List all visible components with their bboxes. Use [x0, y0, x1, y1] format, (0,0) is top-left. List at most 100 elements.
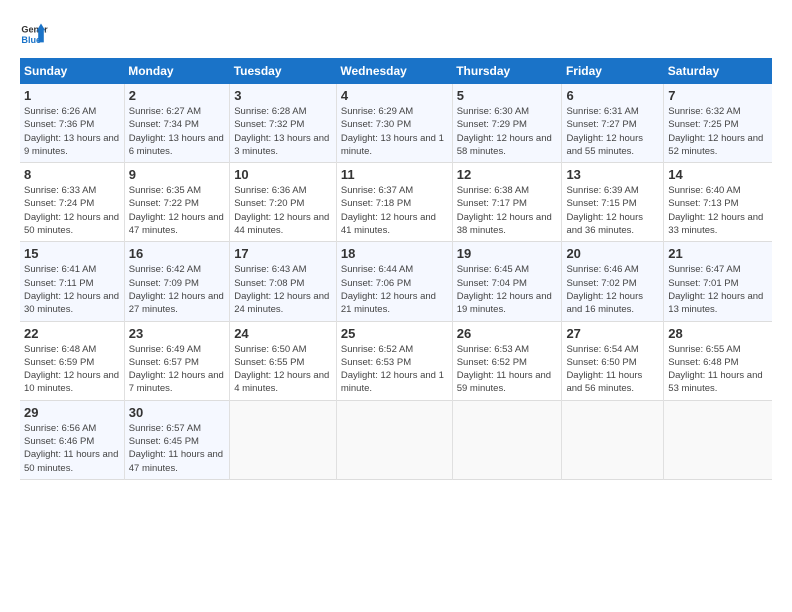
day-info: Sunrise: 6:41 AM Sunset: 7:11 PM Dayligh… [24, 264, 119, 315]
day-info: Sunrise: 6:29 AM Sunset: 7:30 PM Dayligh… [341, 106, 444, 157]
day-info: Sunrise: 6:56 AM Sunset: 6:46 PM Dayligh… [24, 423, 118, 474]
day-info: Sunrise: 6:48 AM Sunset: 6:59 PM Dayligh… [24, 344, 119, 395]
day-number: 6 [566, 88, 659, 103]
calendar-cell [664, 400, 772, 479]
calendar-cell: 11 Sunrise: 6:37 AM Sunset: 7:18 PM Dayl… [336, 163, 452, 242]
day-header-wednesday: Wednesday [336, 58, 452, 84]
day-info: Sunrise: 6:27 AM Sunset: 7:34 PM Dayligh… [129, 106, 224, 157]
day-number: 16 [129, 246, 225, 261]
day-info: Sunrise: 6:50 AM Sunset: 6:55 PM Dayligh… [234, 344, 329, 395]
day-info: Sunrise: 6:31 AM Sunset: 7:27 PM Dayligh… [566, 106, 643, 157]
calendar-cell: 30 Sunrise: 6:57 AM Sunset: 6:45 PM Dayl… [124, 400, 229, 479]
calendar-week-row: 1 Sunrise: 6:26 AM Sunset: 7:36 PM Dayli… [20, 84, 772, 163]
day-header-saturday: Saturday [664, 58, 772, 84]
calendar-week-row: 22 Sunrise: 6:48 AM Sunset: 6:59 PM Dayl… [20, 321, 772, 400]
calendar-cell: 6 Sunrise: 6:31 AM Sunset: 7:27 PM Dayli… [562, 84, 664, 163]
day-header-sunday: Sunday [20, 58, 124, 84]
day-number: 29 [24, 405, 120, 420]
day-number: 24 [234, 326, 332, 341]
calendar-cell: 20 Sunrise: 6:46 AM Sunset: 7:02 PM Dayl… [562, 242, 664, 321]
calendar-cell: 15 Sunrise: 6:41 AM Sunset: 7:11 PM Dayl… [20, 242, 124, 321]
day-info: Sunrise: 6:45 AM Sunset: 7:04 PM Dayligh… [457, 264, 552, 315]
calendar-cell [230, 400, 337, 479]
calendar-cell: 8 Sunrise: 6:33 AM Sunset: 7:24 PM Dayli… [20, 163, 124, 242]
day-info: Sunrise: 6:42 AM Sunset: 7:09 PM Dayligh… [129, 264, 224, 315]
day-number: 23 [129, 326, 225, 341]
day-info: Sunrise: 6:37 AM Sunset: 7:18 PM Dayligh… [341, 185, 436, 236]
calendar-cell: 2 Sunrise: 6:27 AM Sunset: 7:34 PM Dayli… [124, 84, 229, 163]
day-number: 30 [129, 405, 225, 420]
calendar-cell: 21 Sunrise: 6:47 AM Sunset: 7:01 PM Dayl… [664, 242, 772, 321]
calendar-cell: 4 Sunrise: 6:29 AM Sunset: 7:30 PM Dayli… [336, 84, 452, 163]
day-header-thursday: Thursday [452, 58, 562, 84]
calendar-cell: 23 Sunrise: 6:49 AM Sunset: 6:57 PM Dayl… [124, 321, 229, 400]
day-number: 26 [457, 326, 558, 341]
day-info: Sunrise: 6:54 AM Sunset: 6:50 PM Dayligh… [566, 344, 642, 395]
day-info: Sunrise: 6:38 AM Sunset: 7:17 PM Dayligh… [457, 185, 552, 236]
calendar-week-row: 15 Sunrise: 6:41 AM Sunset: 7:11 PM Dayl… [20, 242, 772, 321]
calendar-cell: 1 Sunrise: 6:26 AM Sunset: 7:36 PM Dayli… [20, 84, 124, 163]
day-number: 11 [341, 167, 448, 182]
calendar-cell: 5 Sunrise: 6:30 AM Sunset: 7:29 PM Dayli… [452, 84, 562, 163]
logo: General Blue [20, 20, 48, 48]
calendar-cell: 29 Sunrise: 6:56 AM Sunset: 6:46 PM Dayl… [20, 400, 124, 479]
day-number: 5 [457, 88, 558, 103]
calendar-cell: 19 Sunrise: 6:45 AM Sunset: 7:04 PM Dayl… [452, 242, 562, 321]
calendar-week-row: 29 Sunrise: 6:56 AM Sunset: 6:46 PM Dayl… [20, 400, 772, 479]
calendar-cell: 22 Sunrise: 6:48 AM Sunset: 6:59 PM Dayl… [20, 321, 124, 400]
calendar-cell: 26 Sunrise: 6:53 AM Sunset: 6:52 PM Dayl… [452, 321, 562, 400]
day-number: 7 [668, 88, 768, 103]
day-info: Sunrise: 6:47 AM Sunset: 7:01 PM Dayligh… [668, 264, 763, 315]
day-number: 21 [668, 246, 768, 261]
day-number: 27 [566, 326, 659, 341]
day-info: Sunrise: 6:32 AM Sunset: 7:25 PM Dayligh… [668, 106, 763, 157]
day-number: 3 [234, 88, 332, 103]
day-info: Sunrise: 6:43 AM Sunset: 7:08 PM Dayligh… [234, 264, 329, 315]
calendar-table: SundayMondayTuesdayWednesdayThursdayFrid… [20, 58, 772, 480]
svg-text:Blue: Blue [21, 35, 41, 45]
calendar-cell [336, 400, 452, 479]
calendar-cell [562, 400, 664, 479]
day-info: Sunrise: 6:57 AM Sunset: 6:45 PM Dayligh… [129, 423, 223, 474]
calendar-cell: 3 Sunrise: 6:28 AM Sunset: 7:32 PM Dayli… [230, 84, 337, 163]
day-header-friday: Friday [562, 58, 664, 84]
calendar-cell: 17 Sunrise: 6:43 AM Sunset: 7:08 PM Dayl… [230, 242, 337, 321]
calendar-cell: 25 Sunrise: 6:52 AM Sunset: 6:53 PM Dayl… [336, 321, 452, 400]
day-info: Sunrise: 6:49 AM Sunset: 6:57 PM Dayligh… [129, 344, 224, 395]
day-number: 17 [234, 246, 332, 261]
calendar-cell: 28 Sunrise: 6:55 AM Sunset: 6:48 PM Dayl… [664, 321, 772, 400]
day-info: Sunrise: 6:52 AM Sunset: 6:53 PM Dayligh… [341, 344, 444, 395]
calendar-cell: 24 Sunrise: 6:50 AM Sunset: 6:55 PM Dayl… [230, 321, 337, 400]
day-number: 13 [566, 167, 659, 182]
day-number: 22 [24, 326, 120, 341]
day-info: Sunrise: 6:26 AM Sunset: 7:36 PM Dayligh… [24, 106, 119, 157]
calendar-week-row: 8 Sunrise: 6:33 AM Sunset: 7:24 PM Dayli… [20, 163, 772, 242]
day-number: 10 [234, 167, 332, 182]
day-header-tuesday: Tuesday [230, 58, 337, 84]
calendar-cell: 9 Sunrise: 6:35 AM Sunset: 7:22 PM Dayli… [124, 163, 229, 242]
day-number: 28 [668, 326, 768, 341]
day-info: Sunrise: 6:33 AM Sunset: 7:24 PM Dayligh… [24, 185, 119, 236]
day-number: 19 [457, 246, 558, 261]
logo-icon: General Blue [20, 20, 48, 48]
calendar-cell: 16 Sunrise: 6:42 AM Sunset: 7:09 PM Dayl… [124, 242, 229, 321]
day-number: 14 [668, 167, 768, 182]
calendar-cell: 14 Sunrise: 6:40 AM Sunset: 7:13 PM Dayl… [664, 163, 772, 242]
day-number: 15 [24, 246, 120, 261]
calendar-cell [452, 400, 562, 479]
day-info: Sunrise: 6:39 AM Sunset: 7:15 PM Dayligh… [566, 185, 643, 236]
day-number: 18 [341, 246, 448, 261]
day-info: Sunrise: 6:35 AM Sunset: 7:22 PM Dayligh… [129, 185, 224, 236]
day-info: Sunrise: 6:40 AM Sunset: 7:13 PM Dayligh… [668, 185, 763, 236]
day-number: 2 [129, 88, 225, 103]
calendar-cell: 10 Sunrise: 6:36 AM Sunset: 7:20 PM Dayl… [230, 163, 337, 242]
calendar-header-row: SundayMondayTuesdayWednesdayThursdayFrid… [20, 58, 772, 84]
day-number: 20 [566, 246, 659, 261]
day-info: Sunrise: 6:30 AM Sunset: 7:29 PM Dayligh… [457, 106, 552, 157]
day-number: 8 [24, 167, 120, 182]
day-number: 1 [24, 88, 120, 103]
day-info: Sunrise: 6:44 AM Sunset: 7:06 PM Dayligh… [341, 264, 436, 315]
calendar-cell: 13 Sunrise: 6:39 AM Sunset: 7:15 PM Dayl… [562, 163, 664, 242]
day-number: 12 [457, 167, 558, 182]
day-info: Sunrise: 6:28 AM Sunset: 7:32 PM Dayligh… [234, 106, 329, 157]
